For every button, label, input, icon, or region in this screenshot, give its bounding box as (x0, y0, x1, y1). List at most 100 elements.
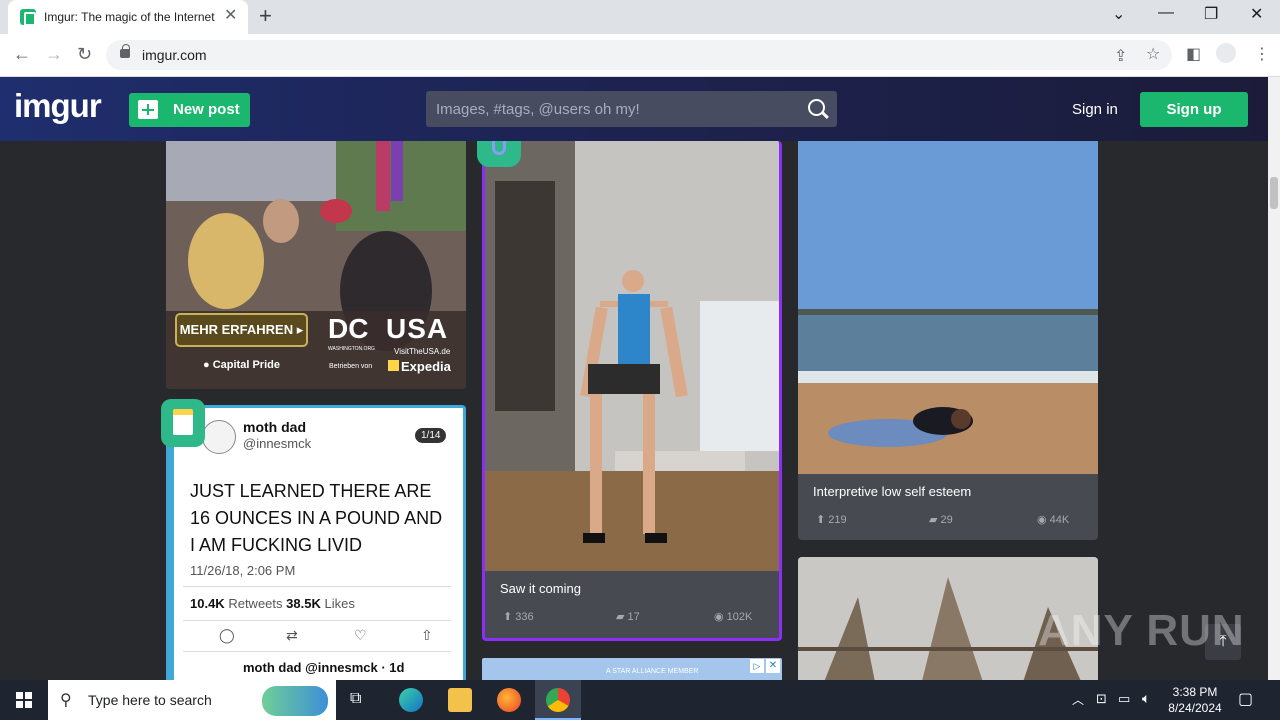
views-count: 102K (726, 611, 753, 623)
divider (183, 620, 451, 621)
minimize-icon[interactable]: — (1158, 4, 1174, 22)
post-title[interactable]: Saw it coming (500, 581, 581, 596)
reply-icon: ◯ (219, 627, 235, 643)
trophy-icon (492, 141, 506, 155)
volume-icon[interactable]: 🔈︎ (1142, 690, 1150, 707)
post-title[interactable]: Interpretive low self esteem (813, 484, 971, 499)
imgur-favicon-icon (20, 9, 36, 26)
chrome-icon (546, 688, 570, 712)
ad-choices-icon[interactable]: ▷ (750, 659, 764, 673)
video-post-card[interactable]: Saw it coming ⬆ 336 ▰ 17 ◉ 102K (482, 141, 782, 641)
beach-post-card[interactable]: Interpretive low self esteem ⬆ 219 ▰ 29 … (798, 141, 1098, 540)
menu-kebab-icon[interactable]: ⋮ (1254, 44, 1270, 64)
notifications-icon[interactable]: ▢ (1238, 689, 1253, 709)
new-tab-icon[interactable]: + (259, 4, 272, 28)
share-icon: ⇧ (421, 627, 433, 643)
reload-icon[interactable]: ↻ (77, 44, 92, 65)
tab-search-chevron-icon[interactable]: ⌄ (1112, 4, 1125, 24)
ad-powered-by: Betrieben von (329, 363, 373, 370)
new-post-label: New post (173, 101, 240, 118)
browser-tab-bar: Imgur: The magic of the Internet ✕ + ⌄ —… (0, 0, 1280, 34)
sign-up-button[interactable]: Sign up (1140, 92, 1248, 127)
comment-stat: ▰ 17 (616, 610, 640, 623)
restore-icon[interactable]: ❐ (1204, 4, 1218, 24)
heart-icon: ♡ (354, 627, 367, 643)
ad-brand-dc: DC (328, 313, 369, 344)
chrome-taskbar-button[interactable] (535, 680, 581, 720)
search-input[interactable] (426, 91, 837, 127)
bookmark-star-icon[interactable]: ☆ (1146, 44, 1160, 64)
retweet-icon: ⇄ (286, 627, 298, 643)
ad-banner[interactable]: A STAR ALLIANCE MEMBER ▷ ✕ (482, 658, 782, 680)
network-icon[interactable]: ⊡ (1096, 691, 1107, 707)
views-stat: ◉ 102K (714, 610, 752, 623)
ad-expedia: Expedia (388, 359, 451, 374)
tweet-date: 11/26/18, 2:06 PM (190, 563, 296, 578)
ad-brand-dc-sub: WASHINGTON.ORG (328, 346, 375, 352)
likes-label: Likes (324, 596, 355, 611)
views-count: 44K (1049, 514, 1070, 526)
ad-location-label: Capital Pride (212, 359, 280, 371)
tab-title: Imgur: The magic of the Internet (44, 10, 215, 24)
search-icon[interactable] (808, 99, 825, 116)
windows-start-icon[interactable] (0, 680, 48, 720)
upvote-count: 336 (515, 611, 534, 623)
divider (183, 651, 451, 652)
tray-chevron-icon[interactable]: ︿ (1072, 691, 1084, 708)
ad-cta-button[interactable]: MEHR ERFAHREN ▸ (175, 313, 308, 347)
comment-bubble-icon: ▰ (929, 514, 938, 526)
upvote-stat: ⬆ 219 (816, 513, 847, 526)
address-bar[interactable]: imgur.com ⇪ ☆ (106, 40, 1172, 70)
taskbar-search-box[interactable]: ⚲ Type here to search (48, 680, 336, 720)
profile-icon[interactable] (1216, 43, 1236, 63)
tweet-post-card[interactable]: moth dad @innesmck 1/14 JUST LEARNED THE… (166, 405, 466, 680)
url-text[interactable]: imgur.com (142, 47, 207, 63)
close-window-icon[interactable]: ✕ (1250, 4, 1263, 24)
scrollbar-thumb[interactable] (1270, 177, 1278, 209)
imgur-logo[interactable]: imgur (14, 87, 102, 125)
taskbar-search-placeholder: Type here to search (88, 692, 212, 708)
ad-close-icon[interactable]: ✕ (766, 659, 780, 673)
page-scrollbar[interactable] (1268, 77, 1280, 680)
tweet-name: moth dad (243, 419, 306, 435)
tweet-text: JUST LEARNED THERE ARE 16 OUNCES IN A PO… (190, 481, 443, 555)
gallery-grid: MEHR ERFAHREN ▸ ● Capital Pride DC WASHI… (0, 141, 1268, 680)
ad-expedia-label: Expedia (401, 359, 451, 374)
search-highlight-icon (262, 686, 328, 716)
side-panel-icon[interactable]: ◧ (1186, 44, 1201, 64)
comment-count: 17 (627, 611, 640, 623)
lock-icon[interactable] (120, 44, 130, 58)
display-icon[interactable]: ▭ (1118, 691, 1130, 707)
tweet-counter-badge: 1/14 (415, 428, 447, 443)
file-explorer-icon[interactable] (448, 688, 472, 712)
divider (183, 586, 451, 587)
firefox-icon[interactable] (497, 688, 521, 712)
eye-icon: ◉ (1037, 514, 1047, 526)
search-icon: ⚲ (60, 692, 72, 709)
browser-tab[interactable]: Imgur: The magic of the Internet ✕ (8, 0, 248, 34)
new-post-button[interactable]: New post (129, 93, 250, 127)
popcorn-badge-icon (161, 399, 205, 447)
taskbar-clock[interactable]: 3:38 PM 8/24/2024 (1166, 684, 1224, 716)
back-icon[interactable]: ← (13, 44, 31, 65)
ad-card[interactable]: MEHR ERFAHREN ▸ ● Capital Pride DC WASHI… (166, 141, 466, 389)
dancing-video-thumbnail (485, 141, 779, 571)
forward-icon[interactable]: → (45, 44, 63, 65)
eye-icon: ◉ (714, 611, 724, 623)
tweet-stats: 10.4K Retweets 38.5K Likes (190, 596, 355, 611)
ad-brand-usa-sub: VisitTheUSA.de (394, 347, 451, 356)
ad-banner-text: A STAR ALLIANCE MEMBER (606, 668, 699, 675)
edge-icon[interactable] (399, 688, 423, 712)
task-view-icon[interactable]: ⧉ (350, 690, 361, 708)
imgur-header: imgur New post Sign in Sign up (0, 77, 1268, 141)
sign-in-link[interactable]: Sign in (1072, 101, 1118, 118)
share-icon[interactable]: ⇪ (1114, 46, 1127, 66)
card-accent (169, 408, 174, 680)
tweet-handle: @innesmck (243, 436, 312, 451)
tab-close-icon[interactable]: ✕ (224, 7, 237, 25)
likes-count: 38.5K (286, 596, 321, 611)
beach-photo (798, 141, 1098, 474)
popcorn-icon (173, 409, 193, 435)
browser-toolbar: ← → ↻ imgur.com ⇪ ☆ ◧ ⋮ (0, 34, 1280, 77)
clock-time: 3:38 PM (1172, 685, 1218, 699)
